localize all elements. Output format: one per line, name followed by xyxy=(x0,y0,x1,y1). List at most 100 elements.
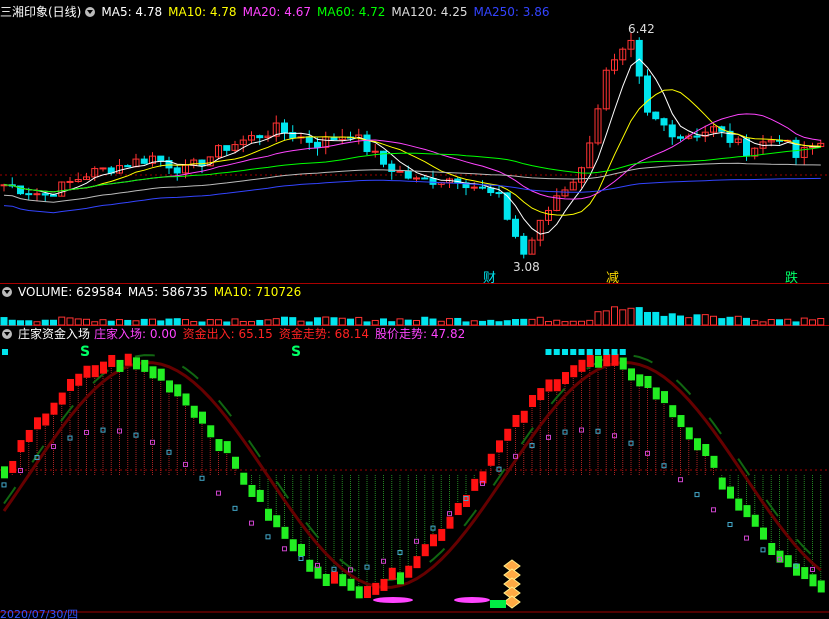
volume-bar xyxy=(388,321,396,326)
fund-flow-block xyxy=(636,374,644,387)
fund-trend-line-green xyxy=(3,354,822,581)
volume-bar xyxy=(718,318,726,326)
candle-body xyxy=(124,165,132,168)
fund-flow-block xyxy=(595,355,602,368)
volume-bar xyxy=(734,315,742,326)
price-trend-dot xyxy=(694,492,700,498)
price-trend-dot xyxy=(199,475,205,481)
volume-bar xyxy=(759,321,767,326)
volume-bar xyxy=(660,315,668,326)
price-trend-dot xyxy=(727,522,733,528)
volume-bar xyxy=(74,318,82,326)
marker-die: 跌 xyxy=(785,271,799,286)
fund-flow-block xyxy=(314,566,322,579)
volume-bar xyxy=(66,317,74,326)
price-trend-dot xyxy=(216,490,221,496)
volume-bar xyxy=(627,307,635,326)
volume-bar xyxy=(545,321,552,326)
candle-body xyxy=(404,170,412,179)
volume-bar xyxy=(116,319,123,326)
candle-body xyxy=(652,111,660,120)
fund-flow-block xyxy=(215,439,223,452)
candle-body xyxy=(470,186,478,189)
candle-body xyxy=(668,124,676,138)
volume-bar xyxy=(726,316,734,326)
fund-flow-block xyxy=(298,544,305,557)
fund-flow-block xyxy=(141,359,149,372)
fund-flow-block xyxy=(661,391,668,404)
candle-body xyxy=(495,192,503,195)
candle-body xyxy=(140,158,148,164)
candle-body xyxy=(281,122,288,134)
fund-flow-block xyxy=(339,574,347,587)
price-trend-dot xyxy=(1,482,7,488)
volume-bar xyxy=(99,319,107,326)
volume-bar xyxy=(528,318,536,326)
signal-square xyxy=(553,349,560,355)
volume-bar xyxy=(190,321,198,326)
fund-flow-block xyxy=(372,582,380,595)
volume-bar xyxy=(561,321,569,326)
volume-bar xyxy=(693,314,701,326)
volume-bar xyxy=(594,311,602,326)
candle-body xyxy=(371,150,379,153)
candle-body xyxy=(223,145,231,151)
fund-flow-block xyxy=(1,466,8,479)
fund-flow-block xyxy=(265,508,272,521)
volume-bar xyxy=(536,316,544,326)
fund-flow-block xyxy=(504,428,512,441)
fund-flow-block xyxy=(190,405,198,418)
fund-flow-block xyxy=(512,414,520,427)
entry-diamond xyxy=(503,595,521,609)
volume-bar xyxy=(668,313,676,326)
candle-body xyxy=(487,187,495,194)
fund-flow-block xyxy=(9,460,17,473)
volume-bar xyxy=(495,321,503,326)
volume-bar xyxy=(512,319,519,326)
volume-bar xyxy=(17,320,24,326)
chart-canvas[interactable] xyxy=(0,0,829,619)
candle-body xyxy=(363,134,371,152)
candle-body xyxy=(198,159,206,167)
fund-flow-block xyxy=(578,359,586,372)
volume-bar xyxy=(710,315,717,326)
fund-flow-block xyxy=(817,580,825,593)
volume-bar xyxy=(800,317,808,326)
fund-flow-block xyxy=(380,578,388,591)
volume-bar xyxy=(330,317,338,326)
fund-flow-block xyxy=(91,365,99,378)
volume-bar xyxy=(281,316,288,326)
signal-square xyxy=(570,349,577,355)
signal-square xyxy=(603,349,610,355)
volume-bar xyxy=(256,319,264,326)
price-trend-dot xyxy=(282,546,287,552)
signal-square xyxy=(611,349,618,355)
candle-body xyxy=(677,136,684,139)
volume-bar xyxy=(652,311,660,326)
candle-body xyxy=(660,118,668,126)
fund-flow-block xyxy=(735,498,743,511)
candle-body xyxy=(256,135,264,139)
volume-bar xyxy=(8,319,16,326)
date-label: 2020/07/30/四 xyxy=(0,608,79,619)
fund-flow-block xyxy=(562,372,569,385)
volume-bar xyxy=(198,321,206,326)
signal-square xyxy=(2,349,8,355)
entry-bar xyxy=(490,600,506,608)
volume-bar xyxy=(487,319,495,326)
volume-bar xyxy=(767,319,775,326)
candle-body xyxy=(413,177,420,180)
volume-bar xyxy=(743,317,750,326)
volume-bar xyxy=(701,314,709,326)
fund-flow-block xyxy=(768,542,776,555)
fund-flow-block xyxy=(199,411,206,424)
volume-bar xyxy=(792,321,800,326)
price-trend-dot xyxy=(760,547,766,553)
fund-flow-block xyxy=(322,574,330,587)
volume-bar xyxy=(206,319,214,326)
marker-cai: 财 xyxy=(483,271,497,286)
ma10-line xyxy=(3,89,821,216)
volume-bar xyxy=(454,317,462,326)
fund-flow-block xyxy=(355,586,363,599)
high-price-label: 6.42 xyxy=(628,22,655,36)
